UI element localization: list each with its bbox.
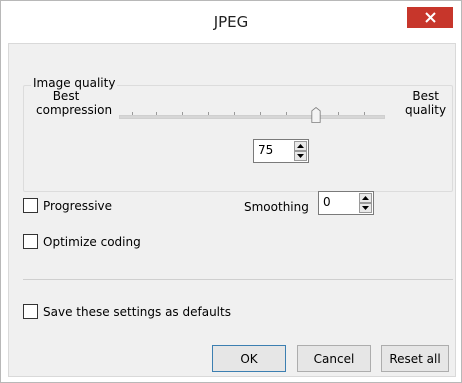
slider-tick [364, 112, 365, 115]
optimize-coding-checkbox-box[interactable] [23, 234, 38, 249]
progressive-label: Progressive [43, 198, 113, 213]
progressive-checkbox-box[interactable] [23, 198, 38, 213]
slider-tick [132, 112, 133, 115]
smoothing-spinner[interactable]: 0 [318, 191, 374, 215]
cancel-button[interactable]: Cancel [297, 345, 371, 372]
image-quality-group: Image quality Best compression Best qual… [23, 76, 453, 192]
best-quality-label-line2: quality [405, 103, 447, 117]
slider-tick [286, 112, 287, 115]
smoothing-label: Smoothing [244, 200, 309, 214]
slider-tick [156, 112, 157, 115]
arrow-down-icon [297, 154, 304, 158]
slider-tick [234, 112, 235, 115]
save-defaults-checkbox[interactable]: Save these settings as defaults [23, 304, 231, 319]
arrow-up-icon [297, 144, 304, 148]
slider-tick [208, 112, 209, 115]
slider-thumb[interactable] [311, 106, 321, 124]
progressive-checkbox[interactable]: Progressive [23, 198, 112, 213]
ok-button[interactable]: OK [212, 345, 286, 372]
arrow-up-icon [362, 196, 369, 200]
slider-tick [260, 112, 261, 115]
slider-track [119, 112, 385, 119]
save-defaults-checkbox-box[interactable] [23, 304, 38, 319]
smoothing-value[interactable]: 0 [323, 195, 331, 209]
save-defaults-label: Save these settings as defaults [43, 304, 231, 319]
close-icon [424, 12, 436, 23]
best-quality-label: Best quality [405, 89, 447, 117]
quality-spin-down-button[interactable] [294, 151, 307, 161]
optimize-coding-label: Optimize coding [43, 234, 141, 249]
ok-button-label: OK [240, 351, 258, 366]
close-button[interactable] [407, 7, 453, 28]
best-compression-label: Best compression [36, 89, 113, 117]
dialog-client-area: Image quality Best compression Best qual… [8, 43, 456, 377]
quality-spinner[interactable]: 75 [253, 139, 309, 163]
optimize-coding-checkbox[interactable]: Optimize coding [23, 234, 141, 249]
image-quality-group-label: Image quality [31, 76, 118, 90]
dialog-title: JPEG [213, 13, 249, 31]
title-bar: JPEG [1, 1, 461, 43]
smoothing-spin-down-button[interactable] [359, 203, 372, 213]
slider-tick [182, 112, 183, 115]
best-compression-label-line2: compression [36, 103, 113, 117]
jpeg-dialog: JPEG Image quality Best compression Best… [0, 0, 462, 383]
cancel-button-label: Cancel [313, 351, 355, 366]
arrow-down-icon [362, 206, 369, 210]
quality-value[interactable]: 75 [258, 143, 273, 157]
reset-all-button[interactable]: Reset all [381, 345, 449, 372]
smoothing-spin-up-button[interactable] [359, 193, 372, 203]
reset-all-button-label: Reset all [389, 351, 441, 366]
quality-slider[interactable] [119, 106, 385, 130]
separator [23, 279, 453, 280]
best-compression-label-line1: Best [52, 89, 80, 103]
quality-spin-up-button[interactable] [294, 141, 307, 151]
best-quality-label-line1: Best [412, 89, 439, 103]
slider-tick [338, 112, 339, 115]
